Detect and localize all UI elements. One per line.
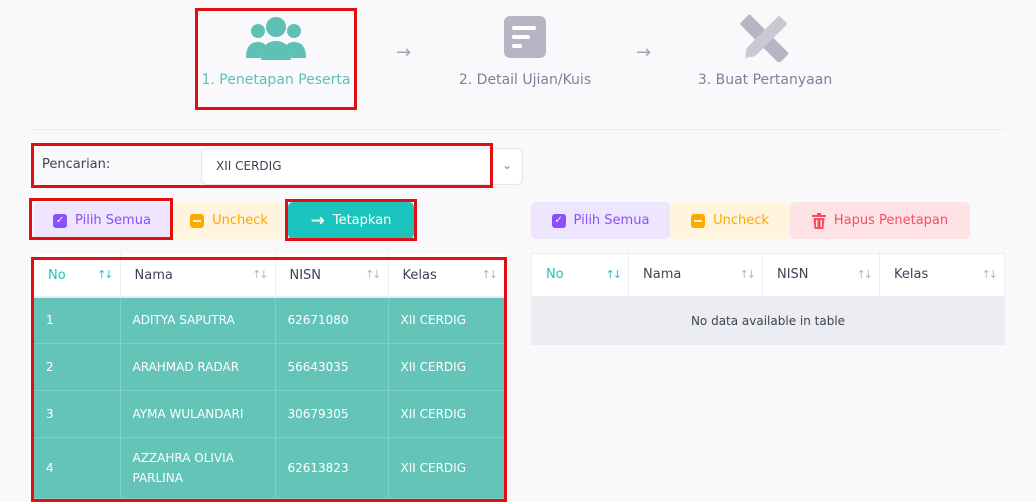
cell-kelas: XII CERDIG — [388, 343, 504, 391]
cell-no: 2 — [34, 343, 121, 391]
pencil-ruler-icon — [740, 14, 789, 62]
minus-square-icon — [691, 213, 706, 228]
step-penetapan-peserta[interactable]: 1. Penetapan Peserta — [198, 14, 354, 88]
uncheck-button-right[interactable]: Uncheck — [670, 202, 790, 239]
sort-icon: ↑↓ — [739, 268, 757, 281]
assigned-students-table: No ↑↓ Nama ↑↓ NISN ↑↓ Kelas ↑↓ No data avail… — [531, 253, 1005, 345]
step-label: 1. Penetapan Peserta — [201, 72, 351, 88]
arrow-right-icon: → — [636, 42, 652, 63]
remove-assignment-button[interactable]: Hapus Penetapan — [790, 202, 970, 239]
select-all-button-right[interactable]: ✓ Pilih Semua — [531, 202, 670, 239]
table-row[interactable]: 2 ARAHMAD RADAR 56643035 XII CERDIG — [34, 343, 504, 391]
cell-no: 4 — [34, 437, 121, 499]
cell-nisn: 62613823 — [275, 437, 389, 499]
available-students-table: No ↑↓ Nama ↑↓ NISN ↑↓ Kelas ↑↓ 1 ADITYA SAPU… — [34, 254, 504, 499]
sort-icon: ↑↓ — [605, 268, 623, 281]
column-header-no[interactable]: No ↑↓ — [531, 253, 629, 298]
step-label: 3. Buat Pertanyaan — [697, 72, 833, 88]
column-header-nisn[interactable]: NISN ↑↓ — [762, 253, 880, 298]
sort-icon: ↑↓ — [856, 268, 874, 281]
cell-no: 3 — [34, 390, 121, 438]
table-row[interactable]: 1 ADITYA SAPUTRA 62671080 XII CERDIG — [34, 297, 504, 344]
minus-square-icon — [190, 213, 205, 228]
checkbox-checked-icon: ✓ — [551, 213, 566, 228]
arrow-right-icon: → — [396, 42, 412, 63]
cell-no: 1 — [34, 297, 121, 344]
remove-assignment-label: Hapus Penetapan — [833, 213, 949, 228]
column-header-kelas[interactable]: Kelas ↑↓ — [879, 253, 1005, 298]
class-select[interactable]: XII CERDIG ⌄ — [201, 148, 523, 185]
users-icon — [246, 17, 306, 60]
select-all-button[interactable]: ✓ Pilih Semua — [34, 202, 170, 239]
cell-nisn: 56643035 — [275, 343, 389, 391]
cell-nama: AZZAHRA OLIVIA PARLINA — [120, 437, 276, 499]
column-header-kelas[interactable]: Kelas ↑↓ — [388, 254, 504, 298]
empty-row: No data available in table — [531, 296, 1005, 345]
cell-nisn: 62671080 — [275, 297, 389, 344]
step-detail-ujian[interactable]: 2. Detail Ujian/Kuis — [452, 14, 598, 88]
document-icon — [504, 16, 546, 58]
cell-nama: ADITYA SAPUTRA — [120, 297, 276, 344]
arrow-right-icon: → — [310, 210, 325, 231]
uncheck-button[interactable]: Uncheck — [174, 202, 284, 239]
sort-icon: ↑↓ — [981, 268, 999, 281]
step-buat-pertanyaan[interactable]: 3. Buat Pertanyaan — [690, 14, 840, 88]
cell-nama: AYMA WULANDARI — [120, 390, 276, 438]
trash-icon — [811, 212, 826, 229]
table-header-row: No ↑↓ Nama ↑↓ NISN ↑↓ Kelas ↑↓ — [531, 253, 1005, 298]
table-row[interactable]: 3 AYMA WULANDARI 30679305 XII CERDIG — [34, 390, 504, 438]
column-header-nama[interactable]: Nama ↑↓ — [120, 254, 276, 298]
sort-icon: ↑↓ — [481, 268, 499, 281]
checkbox-checked-icon: ✓ — [53, 213, 68, 228]
cell-kelas: XII CERDIG — [388, 437, 504, 499]
sort-icon: ↑↓ — [365, 268, 382, 281]
assign-label: Tetapkan — [332, 213, 392, 228]
class-select-value: XII CERDIG — [216, 159, 282, 173]
sort-icon: ↑↓ — [97, 268, 114, 281]
divider — [30, 129, 1006, 130]
select-all-label: Pilih Semua — [573, 213, 650, 228]
cell-kelas: XII CERDIG — [388, 390, 504, 438]
column-header-nama[interactable]: Nama ↑↓ — [628, 253, 763, 298]
uncheck-label: Uncheck — [713, 213, 769, 228]
cell-nisn: 30679305 — [275, 390, 389, 438]
table-header-row: No ↑↓ Nama ↑↓ NISN ↑↓ Kelas ↑↓ — [34, 254, 504, 298]
step-label: 2. Detail Ujian/Kuis — [458, 72, 592, 88]
cell-nama: ARAHMAD RADAR — [120, 343, 276, 391]
search-label: Pencarian: — [42, 157, 111, 172]
sort-icon: ↑↓ — [252, 268, 269, 281]
assign-button[interactable]: → Tetapkan — [288, 202, 414, 239]
table-row[interactable]: 4 AZZAHRA OLIVIA PARLINA 62613823 XII CE… — [34, 437, 504, 499]
search-row: Pencarian: XII CERDIG ⌄ — [34, 146, 523, 186]
column-header-nisn[interactable]: NISN ↑↓ — [275, 254, 389, 298]
cell-kelas: XII CERDIG — [388, 297, 504, 344]
empty-message: No data available in table — [531, 296, 1005, 345]
column-header-no[interactable]: No ↑↓ — [34, 254, 121, 298]
uncheck-label: Uncheck — [212, 213, 268, 228]
chevron-down-icon: ⌄ — [501, 158, 512, 172]
select-all-label: Pilih Semua — [75, 213, 151, 228]
